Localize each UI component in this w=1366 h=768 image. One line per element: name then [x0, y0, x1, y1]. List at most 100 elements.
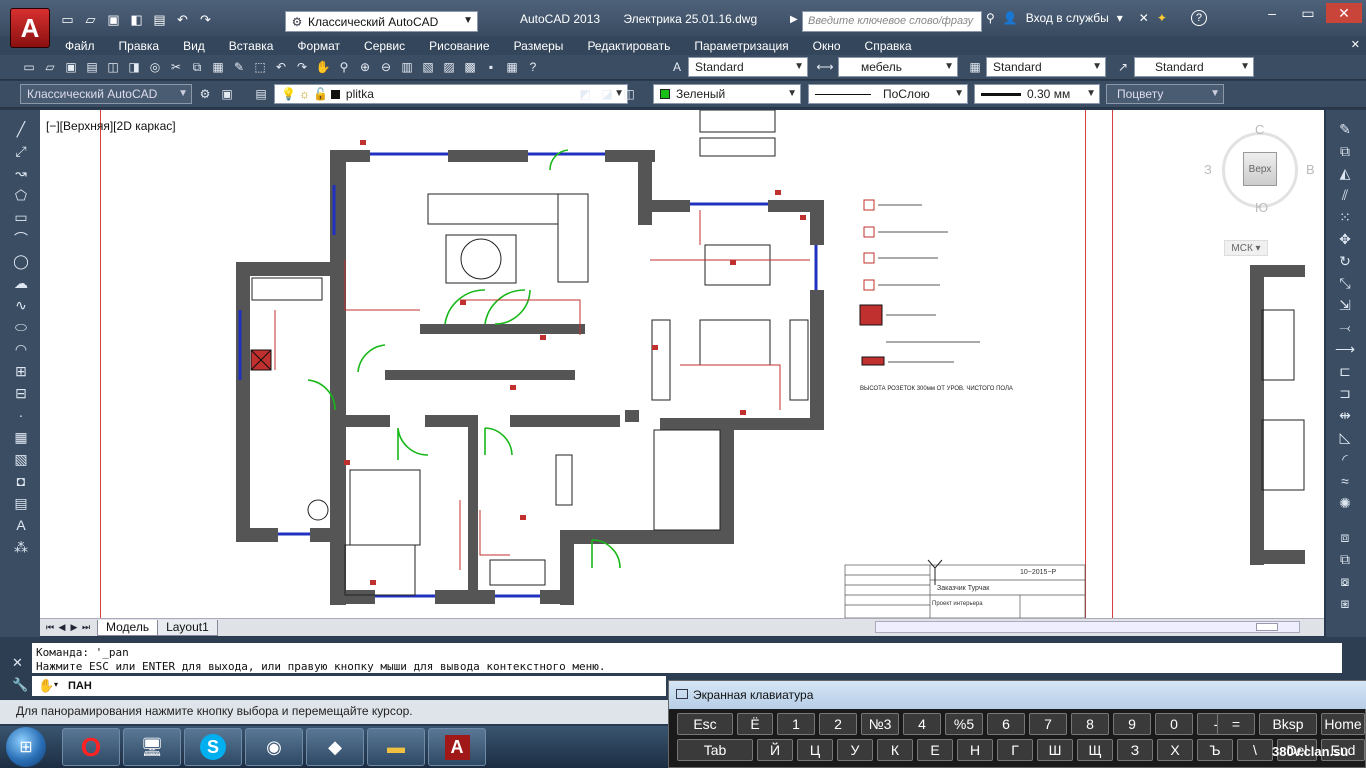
horizontal-scroll-thumb[interactable] — [1256, 623, 1278, 631]
quickcalc-icon[interactable]: ▦ — [503, 58, 521, 76]
zoom-realtime-icon[interactable]: ⚲ — [335, 58, 353, 76]
workspace-settings-icon[interactable]: ⚙ — [196, 85, 214, 103]
new-icon[interactable]: ▭ — [20, 58, 38, 76]
markup-icon[interactable]: ▪ — [482, 58, 500, 76]
key-u[interactable]: У — [837, 739, 873, 761]
table-icon[interactable]: ▤ — [12, 494, 30, 512]
workspace-combo[interactable]: Классический AutoCAD ▼ — [20, 84, 192, 104]
color-combo[interactable]: Зеленый ▼ — [653, 84, 801, 104]
add-selected-icon[interactable]: ⁂ — [12, 538, 30, 556]
lineweight-combo[interactable]: 0.30 мм ▼ — [974, 84, 1100, 104]
rectangle-icon[interactable]: ▭ — [12, 208, 30, 226]
text-above-icon[interactable]: ⧆ — [1336, 594, 1354, 612]
help-search-input[interactable]: Введите ключевое слово/фразу — [802, 11, 982, 32]
save-icon[interactable]: ▣ — [104, 10, 123, 29]
copy-icon[interactable]: ⧉ — [188, 58, 206, 76]
properties-icon[interactable]: ▥ — [398, 58, 416, 76]
key-2[interactable]: 2 — [819, 713, 857, 735]
help-icon[interactable]: ? — [524, 58, 542, 76]
print-icon[interactable]: ▤ — [83, 58, 101, 76]
3d-print-icon[interactable]: ◎ — [146, 58, 164, 76]
arc-icon[interactable]: ⌒ — [12, 230, 30, 248]
open-file-icon[interactable]: ▱ — [81, 10, 100, 29]
key-g[interactable]: Г — [997, 739, 1033, 761]
ucs-menu[interactable]: МСК ▾ — [1224, 240, 1268, 256]
draw-order-icon[interactable]: ⧈ — [1336, 528, 1354, 546]
menu-insert[interactable]: Вставка — [229, 39, 274, 53]
viewcube-top-face[interactable]: Верх — [1243, 152, 1277, 186]
menu-tools[interactable]: Сервис — [364, 39, 405, 53]
menu-view[interactable]: Вид — [183, 39, 205, 53]
key-hard-sign[interactable]: Ъ — [1197, 739, 1233, 761]
key-tab[interactable]: Tab — [677, 739, 753, 761]
key-kh[interactable]: Х — [1157, 739, 1193, 761]
preview-icon[interactable]: ◫ — [104, 58, 122, 76]
rotate-icon[interactable]: ↻ — [1336, 252, 1354, 270]
next-tab-icon[interactable]: ▶ — [68, 621, 80, 635]
explode-icon[interactable]: ✺ — [1336, 494, 1354, 512]
drawing-canvas[interactable]: [−][Верхняя][2D каркас] ВЫСОТА РОЗЕТОК 3… — [40, 110, 1324, 618]
menu-window[interactable]: Окно — [813, 39, 841, 53]
taskbar-app[interactable]: ◆ — [306, 728, 364, 766]
construction-line-icon[interactable]: ⤢ — [12, 142, 30, 160]
circle-icon[interactable]: ◯ — [12, 252, 30, 270]
key-backspace[interactable]: Bksp — [1259, 713, 1317, 735]
tab-model[interactable]: Модель — [97, 619, 159, 636]
open-icon[interactable]: ▱ — [41, 58, 59, 76]
region-icon[interactable]: ◘ — [12, 472, 30, 490]
horizontal-scrollbar[interactable] — [875, 621, 1300, 633]
text-style-combo[interactable]: Standard ▼ — [688, 57, 808, 77]
user-icon[interactable]: 👤 — [1003, 11, 1018, 25]
redo-icon[interactable]: ↷ — [293, 58, 311, 76]
make-current-icon[interactable]: ◩ — [576, 85, 594, 103]
key-6[interactable]: 6 — [987, 713, 1025, 735]
polyline-icon[interactable]: ↝ — [12, 164, 30, 182]
key-ts[interactable]: Ц — [797, 739, 833, 761]
undo-icon[interactable]: ↶ — [173, 10, 192, 29]
dim-style-combo[interactable]: мебель ▼ — [838, 57, 958, 77]
taskbar-skype[interactable]: S — [184, 728, 242, 766]
customize-command-icon[interactable]: 🔧 — [12, 677, 28, 693]
menu-modify[interactable]: Редактировать — [587, 39, 670, 53]
join-icon[interactable]: ⇹ — [1336, 406, 1354, 424]
key-home[interactable]: Home — [1321, 713, 1365, 735]
tab-layout1[interactable]: Layout1 — [157, 619, 218, 636]
close-command-icon[interactable]: ✕ — [12, 655, 23, 671]
binoculars-icon[interactable]: ⚲ — [986, 11, 995, 25]
menu-dimension[interactable]: Размеры — [514, 39, 564, 53]
linetype-combo[interactable]: ПоСлою ▼ — [808, 84, 968, 104]
compass-west[interactable]: З — [1204, 162, 1212, 177]
chamfer-icon[interactable]: ◺ — [1336, 428, 1354, 446]
key-backslash[interactable]: \ — [1237, 739, 1273, 761]
multiline-text-icon[interactable]: A — [12, 516, 30, 534]
key-8[interactable]: 8 — [1071, 713, 1109, 735]
search-expand-icon[interactable]: ▶ — [790, 14, 798, 25]
match-properties-icon[interactable]: ✎ — [230, 58, 248, 76]
layer-previous-icon[interactable]: ◪ — [598, 85, 616, 103]
dropdown-icon[interactable]: ▾ — [1117, 11, 1123, 25]
table-style-combo[interactable]: Standard ▼ — [986, 57, 1106, 77]
key-esc[interactable]: Esc — [677, 713, 733, 735]
scale-icon[interactable]: ⤡ — [1336, 274, 1354, 292]
clean-screen-icon[interactable]: ▣ — [218, 85, 236, 103]
signin-link[interactable]: Вход в службы — [1026, 11, 1109, 25]
gradient-icon[interactable]: ▧ — [12, 450, 30, 468]
erase-icon[interactable]: ✎ — [1336, 120, 1354, 138]
spline-icon[interactable]: ∿ — [12, 296, 30, 314]
menu-edit[interactable]: Правка — [119, 39, 160, 53]
menu-close-icon[interactable]: ✕ — [1351, 38, 1360, 51]
menu-parametric[interactable]: Параметризация — [694, 39, 788, 53]
key-equals[interactable]: = — [1217, 713, 1255, 735]
polygon-icon[interactable]: ⬠ — [12, 186, 30, 204]
pan-icon[interactable]: ✋ — [314, 58, 332, 76]
key-e[interactable]: Е — [917, 739, 953, 761]
mirror-icon[interactable]: ◭ — [1336, 164, 1354, 182]
menu-file[interactable]: Файл — [65, 39, 95, 53]
key-7[interactable]: 7 — [1029, 713, 1067, 735]
taskbar-autocad[interactable]: A — [428, 728, 486, 766]
trim-icon[interactable]: ⤙ — [1336, 318, 1354, 336]
revision-cloud-icon[interactable]: ☁ — [12, 274, 30, 292]
key-4[interactable]: 4 — [903, 713, 941, 735]
copy-object-icon[interactable]: ⧉ — [1336, 142, 1354, 160]
paste-icon[interactable]: ▦ — [209, 58, 227, 76]
